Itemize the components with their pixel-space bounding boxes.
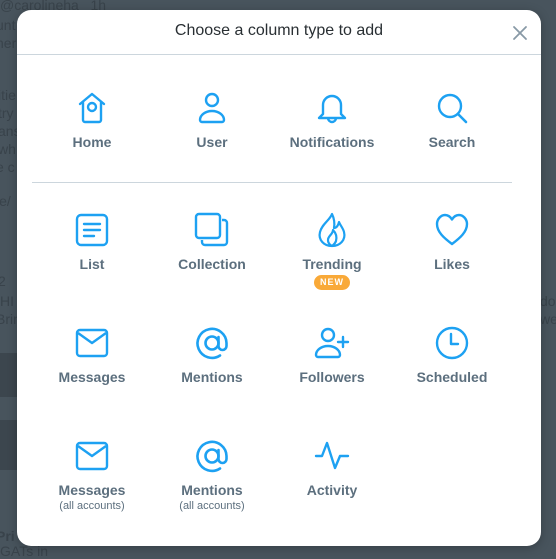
tile-label: Notifications [289, 134, 375, 150]
column-type-trending[interactable]: Trending NEW [272, 212, 392, 322]
column-type-messages[interactable]: Messages [32, 325, 152, 435]
list-icon [75, 213, 109, 247]
envelope-icon [75, 328, 109, 358]
column-type-messages-all-accounts[interactable]: Messages (all accounts) [32, 438, 152, 548]
tile-label: Search [428, 134, 476, 150]
background-text: her [0, 35, 17, 51]
column-type-home[interactable]: Home [32, 90, 152, 200]
column-type-list[interactable]: List [32, 212, 152, 322]
bell-icon [317, 94, 347, 124]
heart-icon [435, 213, 469, 246]
column-type-scheduled[interactable]: Scheduled [392, 325, 512, 435]
column-type-search[interactable]: Search [392, 90, 512, 200]
envelope-icon [75, 441, 109, 471]
tile-label: Mentions [181, 369, 243, 385]
tile-label: List [79, 256, 105, 272]
close-icon [513, 26, 527, 40]
column-type-row: Home User Notifications Search [32, 90, 512, 200]
activity-icon [314, 441, 350, 470]
column-type-user[interactable]: User [152, 90, 272, 200]
tile-label: Home [72, 134, 112, 150]
tile-label: Scheduled [416, 369, 488, 385]
collection-icon [194, 212, 229, 247]
column-type-collection[interactable]: Collection [152, 212, 272, 322]
tile-sublabel: (all accounts) [179, 500, 245, 512]
tile-label: Trending [302, 256, 362, 272]
background-text: e c [0, 159, 15, 175]
modal-title: Choose a column type to add [174, 22, 384, 39]
close-button[interactable] [511, 24, 529, 42]
tile-label: Messages [58, 369, 126, 385]
column-type-likes[interactable]: Likes [392, 212, 512, 322]
background-band [0, 353, 17, 397]
column-type-mentions-all-accounts[interactable]: Mentions (all accounts) [152, 438, 272, 548]
clock-icon [435, 326, 469, 360]
tile-label: Likes [434, 256, 470, 272]
at-icon [196, 440, 228, 473]
column-type-row: Messages (all accounts) Mentions (all ac… [32, 438, 512, 548]
tile-label: User [196, 134, 228, 150]
new-badge: NEW [314, 275, 350, 290]
tile-label: Collection [178, 256, 246, 272]
column-type-followers[interactable]: Followers [272, 325, 392, 435]
section-divider [32, 182, 512, 183]
column-type-mentions[interactable]: Mentions [152, 325, 272, 435]
add-column-modal: Choose a column type to add Home User No… [17, 10, 541, 546]
column-type-row: List Collection Trending NEW Likes [32, 212, 512, 322]
user-plus-icon [314, 327, 350, 359]
tile-label: Activity [306, 482, 358, 498]
search-icon [437, 93, 468, 124]
user-icon [198, 92, 226, 124]
tile-label: Mentions [181, 482, 243, 498]
modal-header: Choose a column type to add [17, 10, 541, 55]
home-icon [78, 92, 106, 124]
tile-label: Messages [58, 482, 126, 498]
column-type-activity[interactable]: Activity [272, 438, 392, 548]
background-text: we [540, 311, 556, 327]
background-text: le/ [0, 193, 11, 209]
column-type-notifications[interactable]: Notifications [272, 90, 392, 200]
background-text: 2 [0, 273, 6, 289]
background-band [0, 420, 17, 470]
column-type-row: Messages Mentions Followers Scheduled [32, 325, 512, 435]
flame-icon [318, 212, 346, 248]
tile-sublabel: (all accounts) [59, 500, 125, 512]
tile-label: Followers [299, 369, 365, 385]
at-icon [196, 327, 228, 360]
